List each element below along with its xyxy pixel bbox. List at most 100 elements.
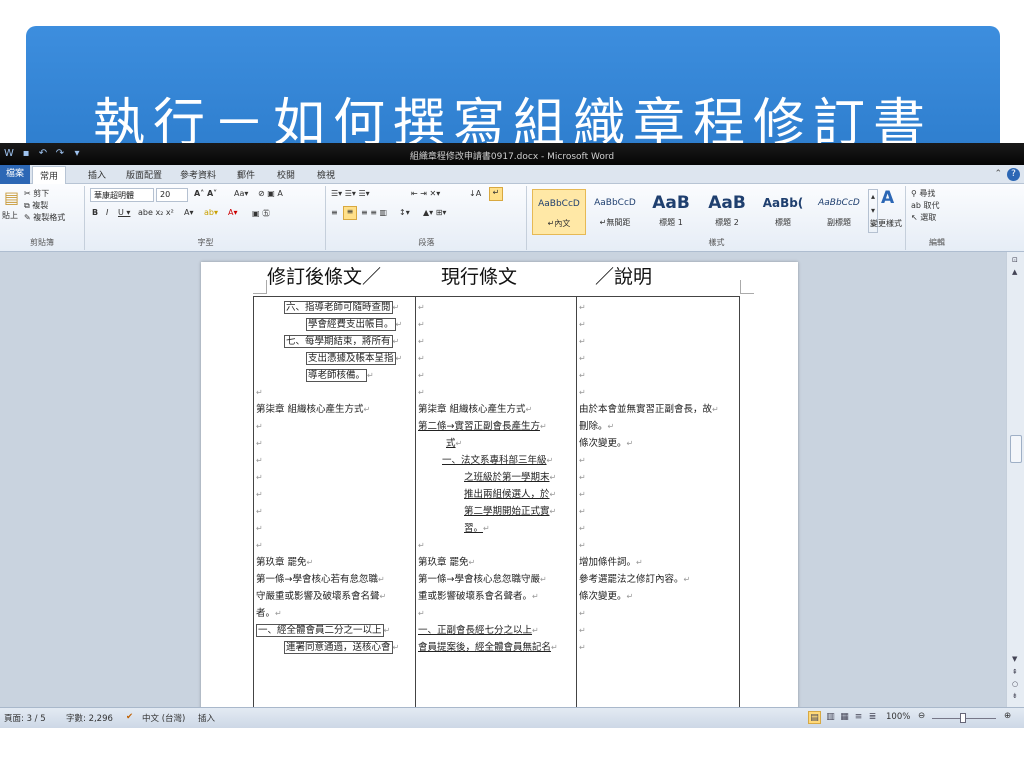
highlight-icon[interactable]: ab▾ bbox=[204, 208, 218, 217]
zoom-in-icon[interactable]: ⊕ bbox=[1004, 711, 1011, 721]
italic-icon[interactable]: I bbox=[106, 208, 108, 217]
tab-references[interactable]: 參考資料 bbox=[180, 168, 216, 181]
outline-icon[interactable]: ≡ bbox=[852, 711, 865, 724]
paragraph-mark-icon: ↵ bbox=[256, 388, 263, 397]
paragraph-mark-icon: ↵ bbox=[532, 626, 539, 635]
draft-icon[interactable]: ≣ bbox=[866, 711, 879, 724]
insert-mode[interactable]: 插入 bbox=[198, 712, 215, 724]
clear-format-icon[interactable]: ⊘ ▣ A bbox=[258, 189, 283, 198]
format-painter-button[interactable]: ✎ 複製格式 bbox=[24, 212, 65, 223]
tab-review[interactable]: 校閱 bbox=[277, 168, 295, 181]
table-line: 一、正副會長經七分之以上↵ bbox=[418, 625, 539, 636]
style-subtitle[interactable]: AaBbCcD 副標題 bbox=[812, 189, 866, 235]
change-styles-button[interactable]: 變更樣式 bbox=[870, 218, 902, 229]
title-bar: W ▪ ↶ ↷ ▾ 組織章程修改申請書0917.docx - Microsoft… bbox=[0, 143, 1024, 165]
indent-icon[interactable]: ⇤ ⇥ ✕▾ bbox=[411, 189, 440, 198]
style-heading-2[interactable]: AaB 標題 2 bbox=[700, 189, 754, 235]
copy-button[interactable]: ⧉ 複製 bbox=[24, 200, 48, 211]
bullets-icon[interactable]: ☰▾ ☰▾ ☰▾ bbox=[331, 189, 370, 198]
language-indicator[interactable]: 中文 (台灣) bbox=[142, 712, 185, 724]
zoom-level[interactable]: 100% bbox=[886, 712, 910, 722]
font-name-select[interactable]: 華康超明體 bbox=[90, 188, 154, 202]
paragraph-mark-icon: ↵ bbox=[418, 320, 425, 329]
paragraph-mark-icon: ↵ bbox=[256, 490, 263, 499]
document-area[interactable]: 修訂後條文／ 現行條文 ／說明 六、指導老師可隨時查閱 ↵ 學會經費支出帳目。 ↵ 七、… bbox=[0, 252, 1006, 707]
font-color-icon[interactable]: A▾ bbox=[228, 208, 238, 217]
cut-button[interactable]: ✂ 剪下 bbox=[24, 188, 49, 199]
page-count[interactable]: 頁面: 3 / 5 bbox=[4, 712, 46, 724]
table-line: ↵ bbox=[579, 452, 586, 469]
proofing-icon[interactable]: ✔ bbox=[126, 712, 133, 722]
document-page[interactable]: 修訂後條文／ 現行條文 ／說明 六、指導老師可隨時查閱 ↵ 學會經費支出帳目。 ↵ 七、… bbox=[201, 262, 798, 707]
column-revised[interactable]: 六、指導老師可隨時查閱 ↵ 學會經費支出帳目。 ↵ 七、每學期結束，將所有 ↵ 支出憑據及帳… bbox=[254, 297, 415, 707]
scroll-up-icon[interactable]: ▲ bbox=[1012, 268, 1017, 276]
paragraph-mark-icon: ↵ bbox=[579, 473, 586, 482]
scroll-down-icon[interactable]: ▼ bbox=[1012, 655, 1017, 663]
style-normal[interactable]: AaBbCcD ↵內文 bbox=[532, 189, 586, 235]
underline-icon[interactable]: U ▾ bbox=[118, 208, 130, 217]
font-label: 字型 bbox=[197, 238, 214, 247]
tab-file[interactable]: 檔案 bbox=[0, 165, 30, 184]
text-effects-icon[interactable]: A▾ bbox=[184, 208, 194, 217]
paragraph-mark-icon: ↵ bbox=[256, 524, 263, 533]
style-title[interactable]: AaBb( 標題 bbox=[756, 189, 810, 235]
strikethrough-icon[interactable]: abe x₂ x² bbox=[138, 208, 174, 217]
change-case-icon[interactable]: Aa▾ bbox=[234, 189, 248, 198]
table-line: ↵ bbox=[579, 537, 586, 554]
tab-page-layout[interactable]: 版面配置 bbox=[126, 168, 162, 181]
scroll-thumb[interactable] bbox=[1010, 435, 1022, 463]
column-current[interactable]: ↵ ↵ ↵ ↵ ↵ ↵ 第柒章 組織核心產生方式↵ 第二條→實習正副會長產生方↵ 式↵ 一、法文系… bbox=[415, 297, 576, 707]
next-page-icon[interactable]: ⇟ bbox=[1012, 692, 1018, 700]
paste-button[interactable]: 貼上 bbox=[2, 210, 18, 221]
column-explanation[interactable]: ↵ ↵ ↵ ↵ ↵ ↵ 由於本會並無實習正副會長，故↵ 刪除。↵ 條次變更。↵ ↵ ↵ ↵ ↵ ↵ ↵ 增加條… bbox=[576, 297, 739, 707]
zoom-slider[interactable] bbox=[932, 713, 996, 723]
tab-insert[interactable]: 插入 bbox=[88, 168, 106, 181]
shading-icon[interactable]: ▲▾ ⊞▾ bbox=[423, 208, 446, 217]
tab-view[interactable]: 檢視 bbox=[317, 168, 335, 181]
ruler-toggle-icon[interactable]: ⊡ bbox=[1012, 256, 1018, 264]
zoom-out-icon[interactable]: ⊖ bbox=[918, 711, 925, 721]
paragraph-mark-icon: ↵ bbox=[418, 371, 425, 380]
line-spacing-icon[interactable]: ↕▾ bbox=[399, 208, 410, 217]
grow-font-icon[interactable]: A˄ A˅ bbox=[194, 189, 217, 198]
style-no-spacing[interactable]: AaBbCcD ↵無間距 bbox=[588, 189, 642, 235]
show-marks-icon[interactable]: ↵ bbox=[489, 187, 503, 201]
browse-object-icon[interactable]: ○ bbox=[1012, 680, 1018, 688]
change-styles-icon[interactable]: A bbox=[881, 188, 894, 208]
style-heading-1[interactable]: AaB 標題 1 bbox=[644, 189, 698, 235]
replace-button[interactable]: ab 取代 bbox=[911, 200, 940, 211]
prev-page-icon[interactable]: ⇞ bbox=[1012, 668, 1018, 676]
sort-icon[interactable]: ↓A bbox=[469, 189, 481, 198]
vertical-scrollbar[interactable]: ⊡ ▲ ▼ ⇞ ○ ⇟ bbox=[1006, 252, 1024, 707]
select-button[interactable]: ↖ 選取 bbox=[911, 212, 936, 223]
paragraph-mark-icon: ↵ bbox=[539, 575, 547, 584]
bold-icon[interactable]: B bbox=[92, 208, 98, 217]
table-line: 第柒章 組織核心產生方式↵ bbox=[256, 404, 371, 415]
minimize-ribbon-icon[interactable]: ⌃ bbox=[994, 169, 1002, 179]
word-window: W ▪ ↶ ↷ ▾ 組織章程修改申請書0917.docx - Microsoft… bbox=[0, 143, 1024, 728]
find-button[interactable]: ⚲ 尋找 bbox=[911, 188, 935, 199]
zoom-slider-knob[interactable] bbox=[960, 713, 966, 723]
table-line: ↵ bbox=[256, 418, 263, 435]
comparison-table[interactable]: 六、指導老師可隨時查閱 ↵ 學會經費支出帳目。 ↵ 七、每學期結束，將所有 ↵ 支出憑據及帳… bbox=[253, 296, 740, 707]
table-line: 式↵ bbox=[446, 438, 463, 449]
tab-home[interactable]: 常用 bbox=[32, 166, 67, 184]
group-styles: AaBbCcD ↵內文 AaBbCcD ↵無間距 AaB 標題 1 AaB 標題… bbox=[528, 186, 906, 250]
paragraph-mark-icon: ↵ bbox=[579, 490, 586, 499]
full-screen-reading-icon[interactable]: ▥ bbox=[824, 711, 837, 724]
paste-icon[interactable]: ▤ bbox=[4, 188, 19, 207]
help-icon[interactable]: ? bbox=[1007, 168, 1020, 181]
table-line: 參考選罷法之修訂內容。↵ bbox=[579, 574, 691, 585]
tab-mailings[interactable]: 郵件 bbox=[237, 168, 255, 181]
web-layout-icon[interactable]: ▦ bbox=[838, 711, 851, 724]
font-size-select[interactable]: 20 bbox=[156, 188, 188, 202]
paragraph-mark-icon: ↵ bbox=[579, 320, 586, 329]
print-layout-icon[interactable]: ▤ bbox=[808, 711, 821, 724]
word-count[interactable]: 字數: 2,296 bbox=[66, 712, 113, 724]
paragraph-mark-icon: ↵ bbox=[256, 456, 263, 465]
align-left-icon[interactable]: ≡ bbox=[331, 208, 338, 217]
align-right-icon[interactable]: ≡ ≡ ▥ bbox=[361, 208, 387, 217]
char-shading-icon[interactable]: ▣ ㊄ bbox=[252, 208, 270, 219]
align-center-icon[interactable]: ≡ bbox=[343, 206, 357, 220]
paragraph-mark-icon: ↵ bbox=[532, 592, 539, 601]
